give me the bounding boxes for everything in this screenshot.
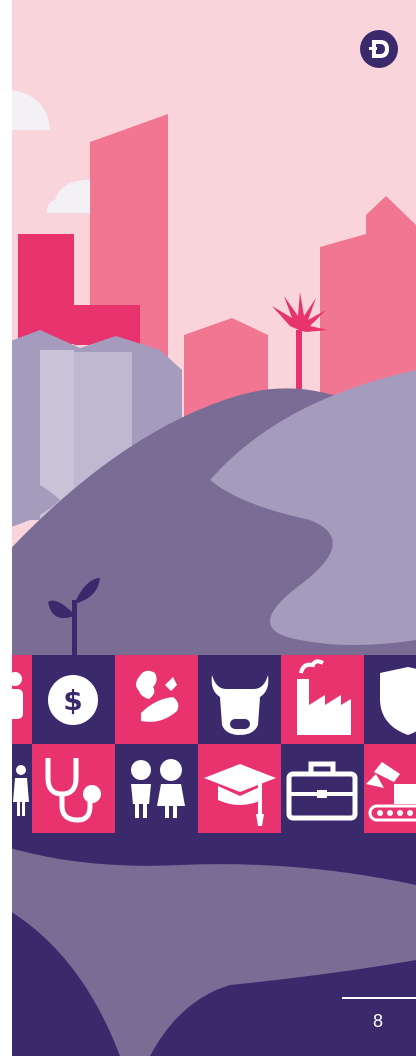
tower-right bbox=[320, 234, 366, 410]
page-number-divider bbox=[342, 997, 416, 999]
tower-dark-pink bbox=[18, 234, 74, 344]
tower-far-right bbox=[366, 196, 416, 400]
cow-icon bbox=[198, 655, 281, 744]
report-page: $ 8 bbox=[0, 0, 416, 1056]
d-letter-logo-icon bbox=[360, 30, 398, 68]
excavator-icon bbox=[364, 744, 416, 833]
icon-grid: $ bbox=[0, 655, 416, 833]
dollar-coin-icon: $ bbox=[32, 655, 115, 744]
shield-icon bbox=[364, 655, 416, 744]
vegetables-icon bbox=[115, 655, 198, 744]
factory-icon bbox=[281, 655, 364, 744]
page-number: 8 bbox=[372, 1011, 383, 1031]
briefcase-icon bbox=[281, 744, 364, 833]
graduation-icon bbox=[198, 744, 281, 833]
children-icon bbox=[115, 744, 198, 833]
stethoscope-icon bbox=[32, 744, 115, 833]
city-landscape-illustration bbox=[0, 0, 416, 1056]
page-left-margin bbox=[0, 0, 12, 1056]
svg-text:$: $ bbox=[63, 684, 82, 717]
